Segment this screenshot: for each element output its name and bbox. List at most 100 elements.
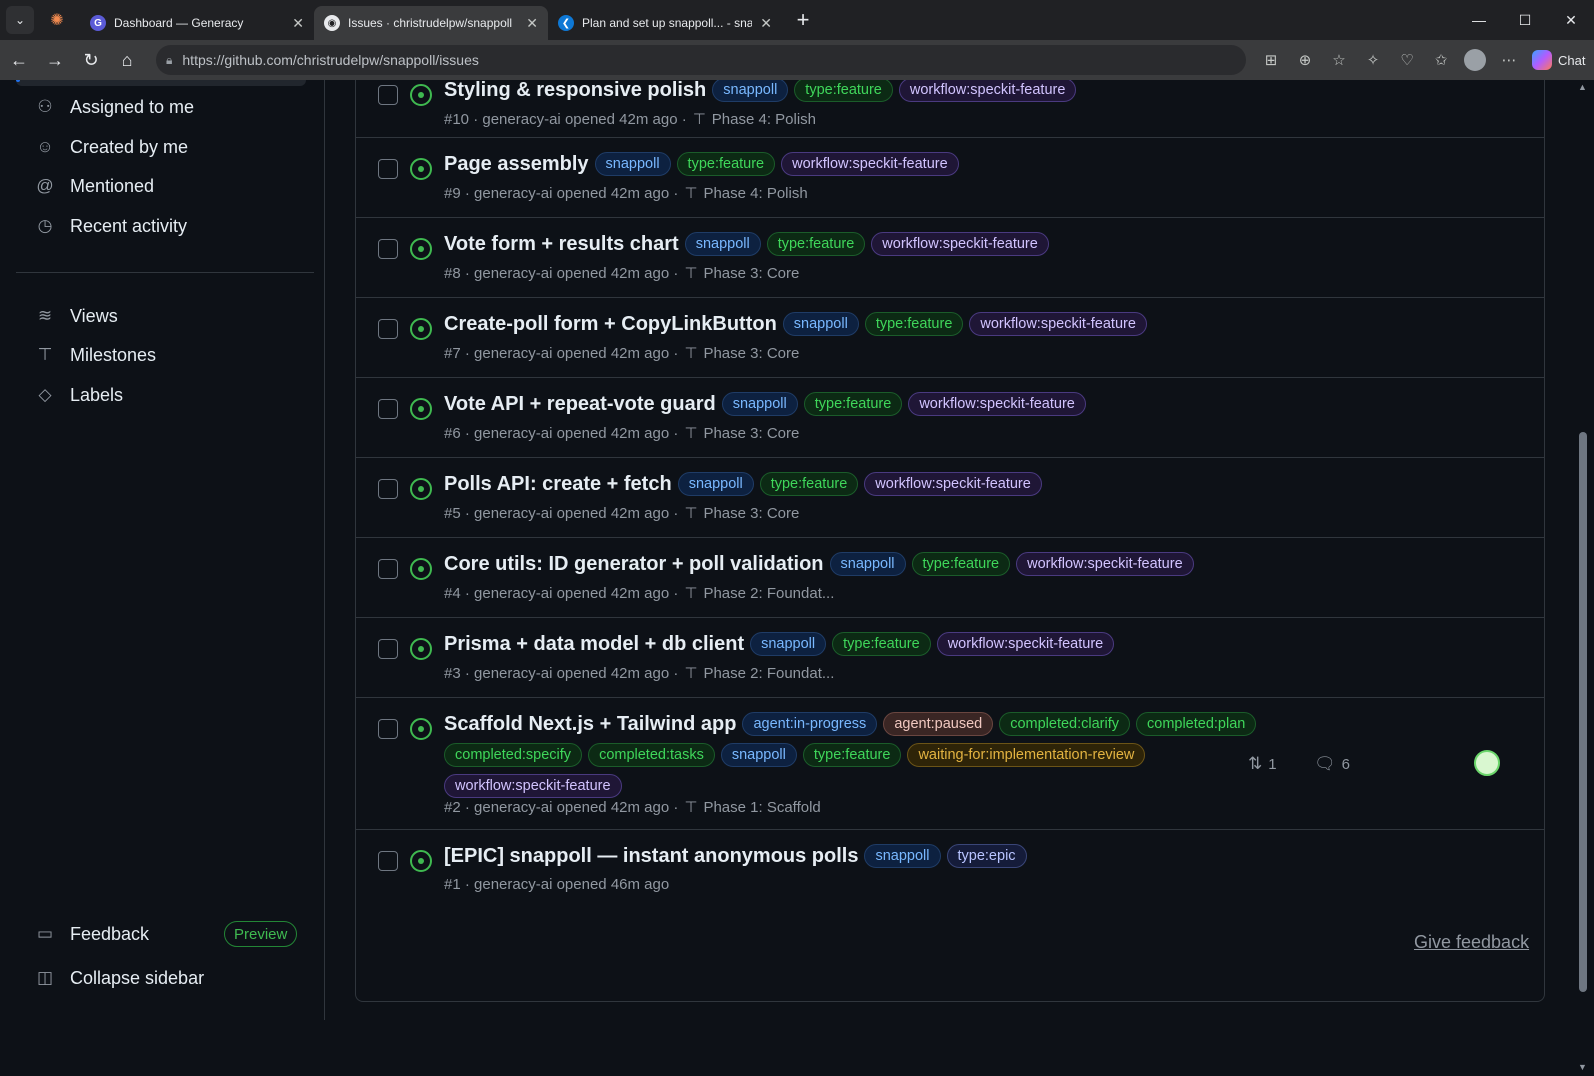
sidebar-item-views[interactable]: ≋ Views xyxy=(34,301,118,331)
issue-label[interactable]: snappoll xyxy=(750,632,827,656)
tab-close-icon[interactable]: ✕ xyxy=(760,15,772,32)
tab-actions-chevron-down-icon[interactable]: ⌄ xyxy=(6,6,34,34)
close-window-icon[interactable]: ✕ xyxy=(1548,0,1594,40)
issue-label[interactable]: type:feature xyxy=(759,472,859,496)
minimize-icon[interactable]: — xyxy=(1456,0,1502,40)
app-available-icon[interactable]: ⊞ xyxy=(1254,43,1288,77)
issue-label[interactable]: snappoll xyxy=(677,472,754,496)
comment-count[interactable]: 🗨︎ 6 xyxy=(1314,754,1350,774)
issue-milestone-link[interactable]: Phase 3: Core xyxy=(703,345,799,362)
collapse-sidebar-button[interactable]: ◫ Collapse sidebar xyxy=(34,963,204,993)
issue-label[interactable]: workflow:speckit-feature xyxy=(908,392,1086,416)
issue-milestone-link[interactable]: Phase 2: Foundat... xyxy=(703,585,834,602)
scroll-up-icon[interactable]: ▲ xyxy=(1578,82,1587,92)
issue-author-link[interactable]: generacy-ai xyxy=(474,425,552,442)
issue-label[interactable]: type:feature xyxy=(911,552,1011,576)
sidebar-item-mentioned[interactable]: @ Mentioned xyxy=(34,171,154,201)
issue-title-link[interactable]: Polls API: create + fetch xyxy=(444,473,672,496)
sidebar-item-feedback[interactable]: ▭ Feedback xyxy=(34,919,149,949)
back-arrow-icon[interactable]: ← xyxy=(2,43,36,77)
issue-title-link[interactable]: Scaffold Next.js + Tailwind app xyxy=(444,713,736,736)
issue-label[interactable]: type:feature xyxy=(794,80,893,102)
issue-label[interactable]: workflow:speckit-feature xyxy=(898,80,1077,102)
issue-author-link[interactable]: generacy-ai xyxy=(474,585,552,602)
issue-title-link[interactable]: Page assembly xyxy=(444,153,589,176)
linked-pr-count[interactable]: ⇅ 1 xyxy=(1248,754,1277,774)
assignee-avatar[interactable] xyxy=(1474,750,1500,776)
tab-close-icon[interactable]: ✕ xyxy=(292,15,304,32)
reload-icon[interactable]: ↻ xyxy=(74,43,108,77)
issue-author-link[interactable]: generacy-ai xyxy=(474,876,552,893)
pinned-tab-claude-icon[interactable]: ✺ xyxy=(34,0,80,40)
issue-milestone-link[interactable]: Phase 3: Core xyxy=(703,265,799,282)
issue-author-link[interactable]: generacy-ai xyxy=(482,111,560,128)
issue-milestone-link[interactable]: Phase 4: Polish xyxy=(712,111,816,128)
profile-avatar[interactable] xyxy=(1464,49,1486,71)
issue-label[interactable]: workflow:speckit-feature xyxy=(871,232,1049,256)
issue-label[interactable]: workflow:speckit-feature xyxy=(969,312,1147,336)
issue-title-link[interactable]: Vote API + repeat-vote guard xyxy=(444,393,716,416)
issue-label[interactable]: workflow:speckit-feature xyxy=(936,632,1115,656)
issue-title-link[interactable]: Prisma + data model + db client xyxy=(444,633,744,656)
sidebar-item-recent[interactable]: ◷ Recent activity xyxy=(34,211,187,241)
issue-select-checkbox[interactable] xyxy=(378,719,398,739)
maximize-icon[interactable]: ☐ xyxy=(1502,0,1548,40)
issue-label[interactable]: type:feature xyxy=(766,232,866,256)
issue-milestone-link[interactable]: Phase 2: Foundat... xyxy=(703,665,834,682)
issue-milestone-link[interactable]: Phase 3: Core xyxy=(703,425,799,442)
favorites-list-icon[interactable]: ✩ xyxy=(1424,43,1458,77)
issue-label[interactable]: snappoll xyxy=(684,232,761,256)
issue-title-link[interactable]: Vote form + results chart xyxy=(444,233,679,256)
issue-label[interactable]: completed:plan xyxy=(1136,712,1257,736)
scroll-thumb[interactable] xyxy=(1579,432,1587,992)
site-info-lock-icon[interactable]: 🔒︎ xyxy=(166,53,172,68)
copilot-chat-button[interactable]: Chat xyxy=(1532,50,1585,70)
issue-author-link[interactable]: generacy-ai xyxy=(474,665,552,682)
browser-essentials-icon[interactable]: ♡ xyxy=(1390,43,1424,77)
issue-select-checkbox[interactable] xyxy=(378,479,398,499)
issue-title-link[interactable]: Core utils: ID generator + poll validati… xyxy=(444,553,824,576)
zoom-icon[interactable]: ⊕ xyxy=(1288,43,1322,77)
issue-select-checkbox[interactable] xyxy=(378,559,398,579)
issue-milestone-link[interactable]: Phase 4: Polish xyxy=(703,185,807,202)
issue-milestone-link[interactable]: Phase 3: Core xyxy=(703,505,799,522)
issue-milestone-link[interactable]: Phase 1: Scaffold xyxy=(703,799,820,816)
issue-label[interactable]: type:feature xyxy=(803,392,903,416)
issue-label[interactable]: snappoll xyxy=(720,743,797,767)
more-menu-icon[interactable]: ⋯ xyxy=(1492,43,1526,77)
issue-label[interactable]: workflow:speckit-feature xyxy=(444,774,622,798)
issue-title-link[interactable]: Create-poll form + CopyLinkButton xyxy=(444,313,777,336)
issue-label[interactable]: waiting-for:implementation-review xyxy=(907,743,1146,767)
tab-close-icon[interactable]: ✕ xyxy=(526,15,538,32)
sidebar-item-created[interactable]: ☺ Created by me xyxy=(34,132,188,162)
issue-label[interactable]: agent:paused xyxy=(883,712,994,736)
page-scrollbar[interactable]: ▲ ▼ xyxy=(1574,80,1594,1076)
issue-title-link[interactable]: [EPIC] snappoll — instant anonymous poll… xyxy=(444,845,858,868)
issue-label[interactable]: workflow:speckit-feature xyxy=(864,472,1042,496)
issue-title-link[interactable]: Styling & responsive polish xyxy=(444,80,706,102)
browser-tab-2[interactable]: ❮ Plan and set up snappoll... - snapp ✕ xyxy=(548,6,782,40)
issue-author-link[interactable]: generacy-ai xyxy=(474,265,552,282)
issue-author-link[interactable]: generacy-ai xyxy=(474,185,552,202)
issue-select-checkbox[interactable] xyxy=(378,159,398,179)
issue-author-link[interactable]: generacy-ai xyxy=(474,799,552,816)
issue-label[interactable]: snappoll xyxy=(721,392,798,416)
favorite-star-icon[interactable]: ☆ xyxy=(1322,43,1356,77)
issue-label[interactable]: snappoll xyxy=(712,80,789,102)
issue-author-link[interactable]: generacy-ai xyxy=(474,505,552,522)
sidebar-item-milestones[interactable]: ⊤ Milestones xyxy=(34,340,156,370)
issue-label[interactable]: type:epic xyxy=(946,844,1027,868)
issue-label[interactable]: snappoll xyxy=(864,844,941,868)
forward-arrow-icon[interactable]: → xyxy=(38,43,72,77)
issue-label[interactable]: type:feature xyxy=(802,743,902,767)
give-feedback-link[interactable]: Give feedback xyxy=(1414,932,1529,953)
issue-label[interactable]: type:feature xyxy=(832,632,931,656)
issue-select-checkbox[interactable] xyxy=(378,639,398,659)
issue-label[interactable]: workflow:speckit-feature xyxy=(781,152,959,176)
issue-label[interactable]: completed:tasks xyxy=(588,743,715,767)
sidebar-item-assigned[interactable]: ⚇ Assigned to me xyxy=(34,92,194,122)
issue-label[interactable]: snappoll xyxy=(829,552,906,576)
issue-label[interactable]: type:feature xyxy=(864,312,964,336)
issue-label[interactable]: agent:in-progress xyxy=(742,712,878,736)
issue-select-checkbox[interactable] xyxy=(378,319,398,339)
